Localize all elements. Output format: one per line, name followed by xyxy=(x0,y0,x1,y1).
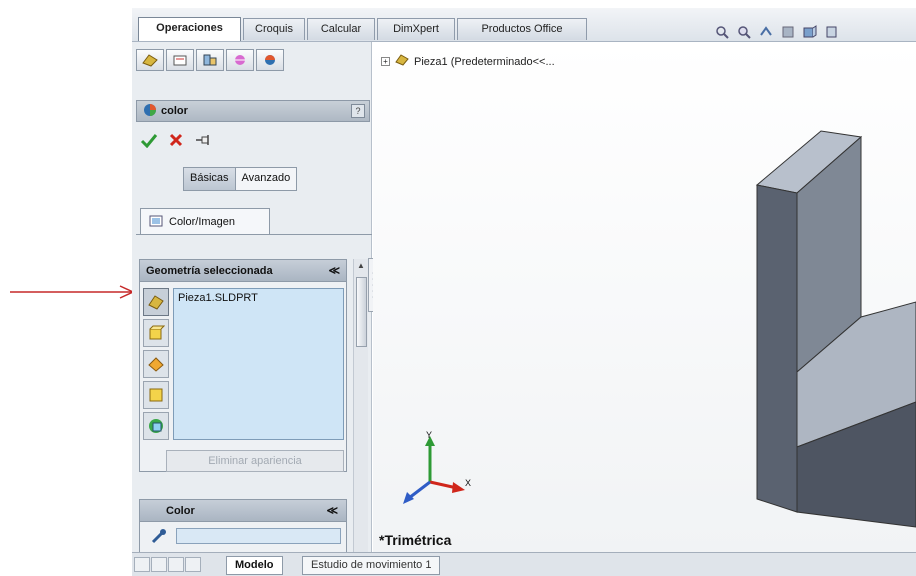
property-manager-title: color xyxy=(161,105,188,117)
dimxpert-manager-icon[interactable] xyxy=(226,49,254,71)
display-style-icon[interactable] xyxy=(824,24,840,40)
color-group-title: Color xyxy=(166,504,195,517)
image-icon xyxy=(149,215,163,230)
select-body-icon[interactable] xyxy=(143,319,169,347)
view-toolbar xyxy=(714,22,840,42)
part-icon xyxy=(394,53,410,70)
solidworks-window: Operaciones Croquis Calcular DimXpert Pr… xyxy=(132,8,916,576)
selected-geometry-list[interactable]: Pieza1.SLDPRT xyxy=(173,288,344,440)
property-manager-icon[interactable] xyxy=(166,49,194,71)
basic-mode-button[interactable]: Básicas xyxy=(184,168,236,190)
tab-estudio-movimiento[interactable]: Estudio de movimiento 1 xyxy=(302,556,441,575)
color-swatch-field[interactable] xyxy=(176,528,341,544)
display-manager-icon[interactable] xyxy=(256,49,284,71)
help-button[interactable]: ? xyxy=(351,104,365,118)
pushpin-icon[interactable] xyxy=(194,133,212,150)
filter-buttons xyxy=(143,288,171,440)
view-orientation-icon[interactable] xyxy=(802,24,818,40)
scroll-up-icon[interactable]: ▲ xyxy=(357,261,365,270)
vertical-scrollbar[interactable]: ▲ ▼ xyxy=(353,259,368,576)
property-manager-header: color ? xyxy=(136,100,370,122)
tab-dimxpert[interactable]: DimXpert xyxy=(377,18,455,40)
eyedropper-icon[interactable] xyxy=(150,527,168,548)
list-item[interactable]: Pieza1.SLDPRT xyxy=(178,292,339,304)
tab-operaciones[interactable]: Operaciones xyxy=(138,17,241,41)
feature-manager-icon[interactable] xyxy=(136,49,164,71)
scrollbar-thumb[interactable] xyxy=(356,277,367,347)
zoom-area-icon[interactable] xyxy=(736,24,752,40)
reference-triad: Y X xyxy=(403,430,471,504)
view-orientation-label: *Trimétrica xyxy=(379,532,452,548)
color-group-header[interactable]: Color ≪ xyxy=(140,500,346,522)
section-view-icon[interactable] xyxy=(780,24,796,40)
annotation-arrow xyxy=(10,285,135,299)
flyout-feature-tree[interactable]: + Pieza1 (Predeterminado<<... xyxy=(381,53,555,70)
tab-calcular[interactable]: Calcular xyxy=(307,18,375,40)
geometry-group-title: Geometría seleccionada xyxy=(146,264,273,277)
command-manager: Operaciones Croquis Calcular DimXpert Pr… xyxy=(132,8,916,42)
prev-tab-icon[interactable] xyxy=(151,557,167,572)
manager-tabs xyxy=(136,49,284,71)
collapse-icon[interactable]: ≪ xyxy=(328,264,340,277)
cancel-icon[interactable] xyxy=(168,132,184,151)
select-surface-icon[interactable] xyxy=(143,412,169,440)
tree-root-label: Pieza1 (Predeterminado<<... xyxy=(414,55,555,68)
tab-modelo[interactable]: Modelo xyxy=(226,556,283,575)
last-tab-icon[interactable] xyxy=(185,557,201,572)
triad-x-label: X xyxy=(465,478,471,488)
property-manager: color ? Básicas Avanzado Color/Imagen Ge… xyxy=(132,42,372,576)
appearance-icon xyxy=(143,103,157,120)
next-tab-icon[interactable] xyxy=(168,557,184,572)
select-feature-icon[interactable] xyxy=(143,350,169,378)
geometry-group-header[interactable]: Geometría seleccionada ≪ xyxy=(140,260,346,282)
tree-expand-button[interactable]: + xyxy=(381,57,390,66)
tab-productos-office[interactable]: Productos Office xyxy=(457,18,587,40)
graphics-area[interactable]: + Pieza1 (Predeterminado<<... Y X *Trimé… xyxy=(373,42,916,552)
divider xyxy=(136,234,372,235)
zoom-to-fit-icon[interactable] xyxy=(714,24,730,40)
part-model[interactable] xyxy=(743,57,916,537)
tab-color-imagen[interactable]: Color/Imagen xyxy=(140,208,270,235)
tab-color-imagen-label: Color/Imagen xyxy=(169,216,236,228)
select-face-icon[interactable] xyxy=(143,381,169,409)
previous-view-icon[interactable] xyxy=(758,24,774,40)
triad-y-label: Y xyxy=(426,430,432,440)
configuration-manager-icon[interactable] xyxy=(196,49,224,71)
tab-scroll-buttons xyxy=(134,557,201,572)
mode-toggle: Básicas Avanzado xyxy=(183,167,298,191)
tab-croquis[interactable]: Croquis xyxy=(243,18,305,40)
collapse-icon[interactable]: ≪ xyxy=(326,504,338,517)
remove-appearance-button[interactable]: Eliminar apariencia xyxy=(166,450,344,472)
ok-icon[interactable] xyxy=(140,132,158,151)
select-part-icon[interactable] xyxy=(143,288,169,316)
advanced-mode-button[interactable]: Avanzado xyxy=(235,168,297,190)
first-tab-icon[interactable] xyxy=(134,557,150,572)
bottom-tab-bar: Modelo Estudio de movimiento 1 xyxy=(132,552,916,576)
geometry-selection-group: Geometría seleccionada ≪ Pieza1.SLDPRT E… xyxy=(139,259,347,472)
action-buttons xyxy=(140,132,212,151)
color-group: Color ≪ xyxy=(139,499,347,559)
